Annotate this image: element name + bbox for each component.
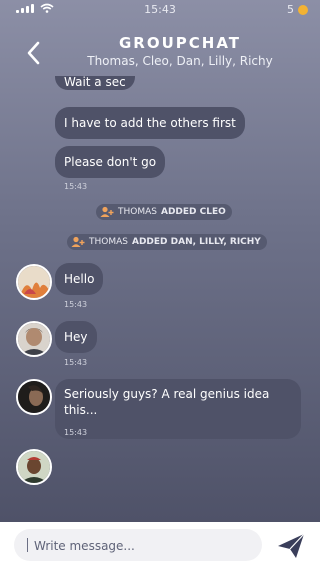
chat-title: GROUPCHAT <box>118 34 242 52</box>
composer-bar <box>0 522 320 569</box>
avatar-image-icon <box>18 451 50 483</box>
status-bar: 15:43 5 <box>0 0 320 20</box>
system-action: ADDED DAN, LILLY, RICHY <box>131 237 261 247</box>
avatar[interactable] <box>16 264 52 300</box>
avatar-image-icon <box>18 266 50 298</box>
system-actor: THOMAS <box>89 237 128 247</box>
avatar[interactable] <box>16 379 52 415</box>
avatar-image-icon <box>18 381 50 413</box>
notification-count: 5 <box>287 3 294 16</box>
message-bubble: Hello <box>55 263 104 295</box>
system-notice: THOMAS ADDED DAN, LILLY, RICHY <box>67 234 267 250</box>
paper-plane-icon[interactable] <box>276 532 306 560</box>
message-timestamp: 15:43 <box>64 182 88 191</box>
message-timestamp: 15:43 <box>64 428 88 437</box>
message-bubble: Wait a sec <box>55 76 135 90</box>
add-user-icon <box>100 206 114 217</box>
message-bubble: Seriously guys? A real genius idea this.… <box>55 379 301 439</box>
system-notice: THOMAS ADDED CLEO <box>96 204 232 220</box>
add-user-icon <box>71 236 85 247</box>
text-caret <box>27 538 28 552</box>
message-list[interactable]: Wait a sec I have to add the others firs… <box>0 76 320 522</box>
message-timestamp: 15:43 <box>64 300 88 309</box>
message-input[interactable] <box>32 534 256 558</box>
system-actor: THOMAS <box>118 207 157 217</box>
message-bubble: Hey <box>55 321 97 353</box>
message-input-wrapper[interactable] <box>14 529 262 561</box>
avatar-image-icon <box>18 323 50 355</box>
avatar[interactable] <box>16 449 52 485</box>
message-bubble: Please don't go <box>55 146 166 178</box>
message-bubble: I have to add the others first <box>55 107 245 139</box>
chat-members: Thomas, Cleo, Dan, Lilly, Richy <box>87 54 273 68</box>
status-time: 15:43 <box>144 3 176 16</box>
system-action: ADDED CLEO <box>160 207 226 217</box>
chat-header: GROUPCHAT Thomas, Cleo, Dan, Lilly, Rich… <box>0 30 320 76</box>
coin-icon <box>298 4 308 15</box>
message-timestamp: 15:43 <box>64 358 88 367</box>
avatar[interactable] <box>16 321 52 357</box>
status-right: 5 <box>287 3 308 16</box>
